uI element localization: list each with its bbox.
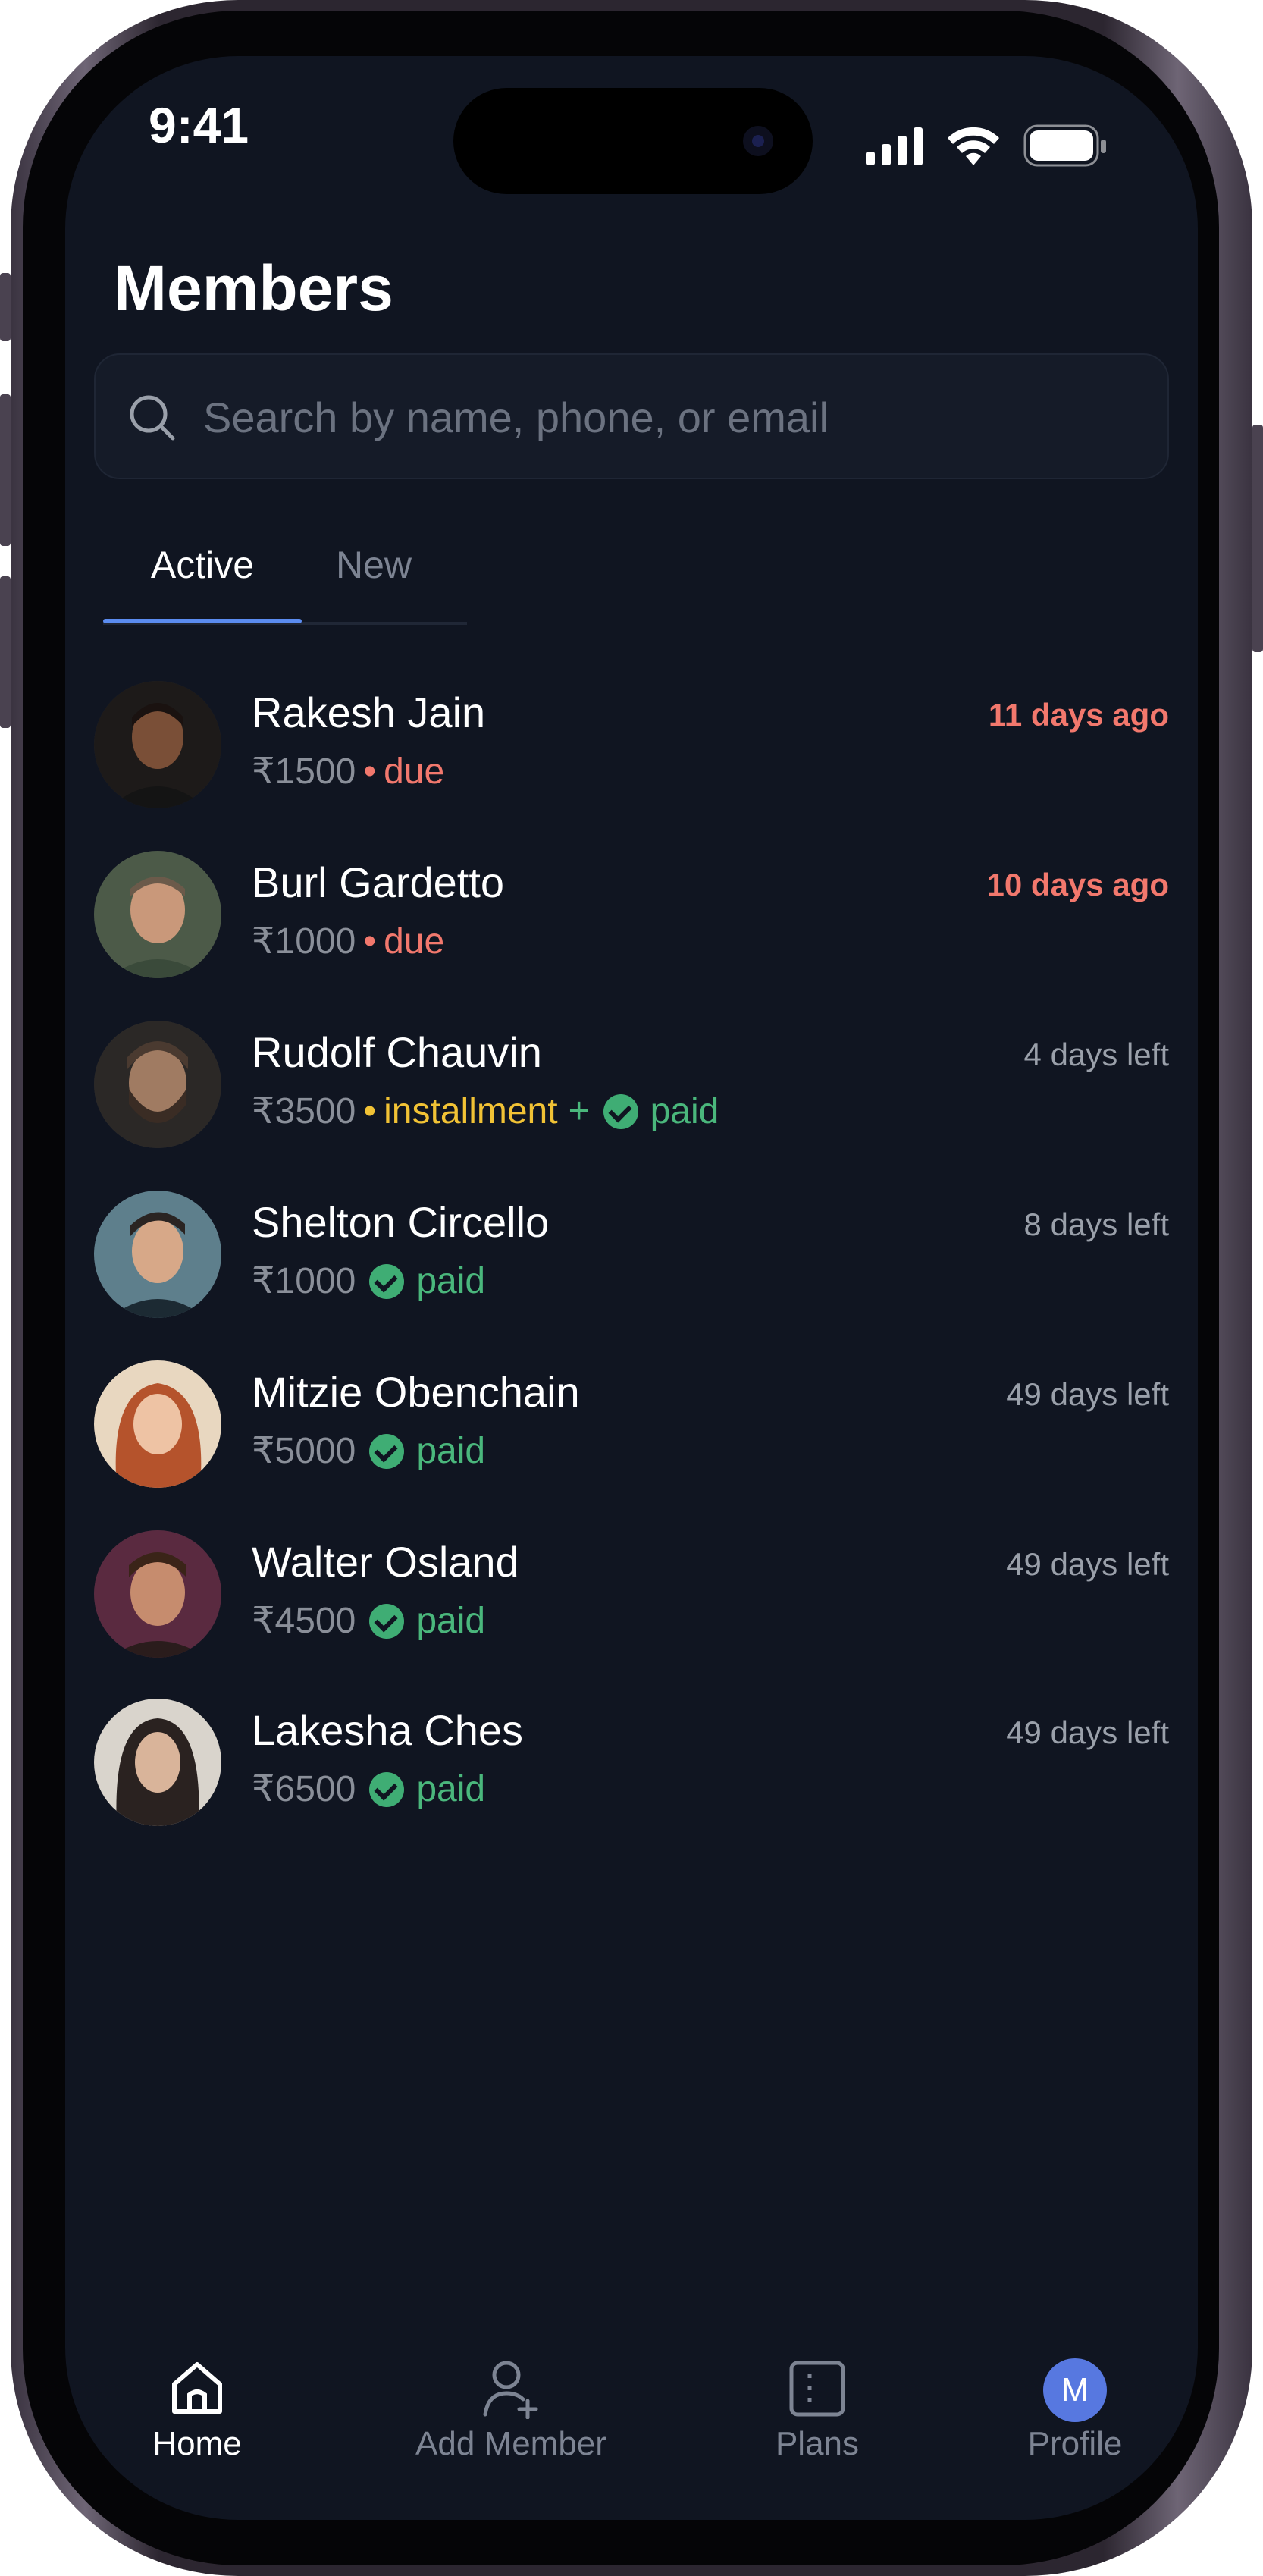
avatar <box>94 1191 221 1318</box>
member-payment: ₹1500 • due <box>252 749 444 795</box>
tab-new[interactable]: New <box>302 531 446 622</box>
paid-check-icon <box>603 1094 638 1129</box>
silent-switch <box>0 273 11 341</box>
nav-label: Home <box>152 2425 242 2462</box>
membership-timing: 49 days left <box>1006 1376 1169 1412</box>
membership-timing: 10 days ago <box>986 867 1169 902</box>
paid-check-icon <box>369 1264 405 1299</box>
nav-profile[interactable]: M Profile <box>961 2336 1189 2487</box>
member-name: Shelton Circello <box>252 1198 550 1246</box>
member-amount: ₹1000 <box>252 1261 356 1301</box>
camera-icon <box>743 126 773 156</box>
search-input[interactable] <box>202 355 1145 479</box>
member-payment: ₹1000 • due <box>252 919 444 965</box>
status-installment: installment <box>384 1091 558 1131</box>
volume-up-button <box>0 394 11 546</box>
membership-timing: 4 days left <box>1023 1037 1169 1072</box>
nav-plans[interactable]: Plans <box>704 2336 931 2487</box>
avatar <box>94 851 221 978</box>
wifi-icon <box>948 127 999 165</box>
status-paid: paid <box>416 1769 486 1809</box>
paid-check-icon <box>369 1604 405 1639</box>
add-user-icon <box>483 2361 538 2419</box>
status-due: due <box>384 751 445 792</box>
member-amount: ₹1500 <box>252 751 356 792</box>
tab-label: Active <box>150 544 255 586</box>
member-payment: ₹3500 • installment + paid <box>252 1089 719 1134</box>
member-amount: ₹4500 <box>252 1601 356 1641</box>
nav-label: Plans <box>775 2425 860 2462</box>
member-amount: ₹3500 <box>252 1091 356 1131</box>
nav-add-member[interactable]: Add Member <box>397 2336 625 2487</box>
side-button <box>1252 425 1263 652</box>
membership-timing: 8 days left <box>1023 1206 1169 1242</box>
nav-label: Add Member <box>415 2425 606 2462</box>
paid-check-icon <box>369 1434 405 1469</box>
member-amount: ₹5000 <box>252 1431 356 1471</box>
member-payment: ₹5000 paid <box>252 1429 485 1474</box>
member-name: Rakesh Jain <box>252 689 486 736</box>
member-payment: ₹1000 paid <box>252 1259 485 1304</box>
signal-icon <box>866 127 923 165</box>
avatar <box>94 1021 221 1148</box>
member-amount: ₹1000 <box>252 921 356 962</box>
membership-timing: 49 days left <box>1006 1546 1169 1582</box>
member-row[interactable]: Rakesh Jain ₹1500 • due 11 days ago <box>94 681 1169 825</box>
member-payment: ₹4500 paid <box>252 1599 485 1644</box>
avatar <box>94 1699 221 1826</box>
member-row[interactable]: Shelton Circello ₹1000 paid 8 days left <box>94 1191 1169 1335</box>
bottom-nav: Home Add Member Plans M Profile <box>65 2336 1198 2487</box>
tab-indicator <box>103 619 302 623</box>
tab-active[interactable]: Active <box>103 531 302 623</box>
plans-icon <box>789 2361 845 2417</box>
separator-dot: • <box>363 921 377 962</box>
home-icon <box>172 2362 222 2414</box>
membership-timing: 11 days ago <box>988 697 1169 733</box>
avatar <box>94 1360 221 1488</box>
nav-home[interactable]: Home <box>83 2336 311 2487</box>
page-title: Members <box>114 253 393 324</box>
tab-label: New <box>335 544 412 586</box>
volume-down-button <box>0 576 11 728</box>
nav-label: Profile <box>1027 2425 1123 2462</box>
member-row[interactable]: Rudolf Chauvin ₹3500 • installment + pai… <box>94 1021 1169 1165</box>
avatar <box>94 681 221 808</box>
search-icon <box>130 395 175 441</box>
member-name: Burl Gardetto <box>252 858 505 906</box>
status-paid: paid <box>416 1601 486 1641</box>
paid-check-icon <box>369 1772 405 1807</box>
member-row[interactable]: Mitzie Obenchain ₹5000 paid 49 days left <box>94 1360 1169 1504</box>
profile-avatar: M <box>1043 2358 1107 2422</box>
member-row[interactable]: Burl Gardetto ₹1000 • due 10 days ago <box>94 851 1169 995</box>
member-payment: ₹6500 paid <box>252 1767 485 1812</box>
status-paid: paid <box>650 1091 719 1131</box>
status-paid: paid <box>416 1261 486 1301</box>
tabs: Active New <box>103 531 467 626</box>
plus-sign: + <box>568 1091 590 1131</box>
dynamic-island <box>453 88 813 194</box>
avatar <box>94 1530 221 1658</box>
status-due: due <box>384 921 445 962</box>
member-amount: ₹6500 <box>252 1769 356 1809</box>
member-name: Lakesha Ches <box>252 1706 524 1754</box>
membership-timing: 49 days left <box>1006 1715 1169 1750</box>
battery-icon <box>1023 124 1106 167</box>
member-name: Mitzie Obenchain <box>252 1368 580 1416</box>
member-name: Walter Osland <box>252 1538 519 1586</box>
member-name: Rudolf Chauvin <box>252 1028 542 1076</box>
separator-dot: • <box>363 1091 377 1131</box>
separator-dot: • <box>363 751 377 792</box>
status-time: 9:41 <box>149 97 249 153</box>
search-bar[interactable] <box>94 353 1169 479</box>
member-row[interactable]: Lakesha Ches ₹6500 paid 49 days left <box>94 1699 1169 1843</box>
status-paid: paid <box>416 1431 486 1471</box>
member-row[interactable]: Walter Osland ₹4500 paid 49 days left <box>94 1530 1169 1674</box>
